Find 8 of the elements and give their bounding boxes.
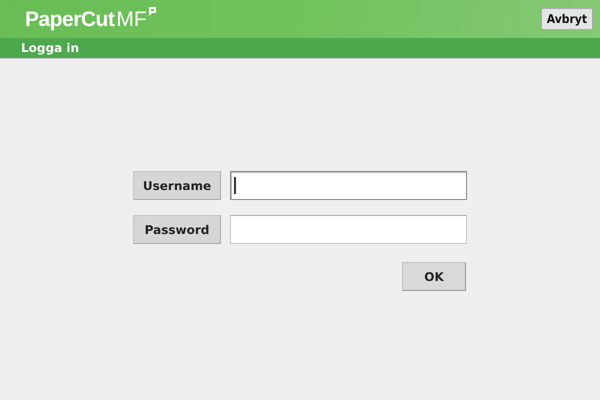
field-label: Password (133, 215, 221, 244)
ok-button[interactable]: OK (402, 262, 466, 291)
input-field[interactable] (230, 215, 467, 244)
page-title: Logga in (0, 38, 600, 59)
input-field[interactable] (230, 171, 467, 200)
cancel-button[interactable]: Avbryt (540, 8, 593, 30)
field-label: Username (133, 171, 221, 200)
logo: PaperCutMF (25, 7, 157, 33)
